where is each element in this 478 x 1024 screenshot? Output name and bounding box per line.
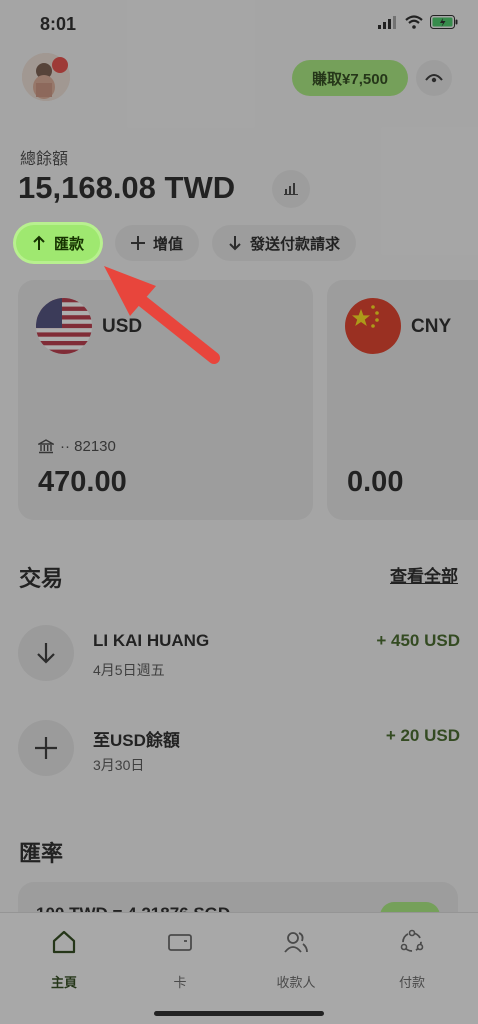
status-time: 8:01 [40,14,77,34]
tab-home[interactable]: 主頁 [4,929,124,991]
home-indicator [154,1011,324,1016]
see-all-transactions-link[interactable]: 查看全部 [390,562,458,587]
tx-icon-circle [18,625,74,681]
tx-icon-circle [18,720,74,776]
usd-balance-amount: 470.00 [38,466,127,498]
notification-badge [52,57,68,73]
card-icon [168,934,192,951]
total-balance-label: 總餘額 [20,151,69,168]
usd-account-number: ·· 82130 [60,438,116,455]
tx-date: 4月5日週五 [93,662,165,678]
bank-icon [38,439,54,454]
toggle-visibility-button[interactable] [416,60,452,96]
tab-recipients[interactable]: 收款人 [236,929,356,991]
exchange-rates-title: 匯率 [19,841,64,866]
earn-reward-button[interactable]: 賺取¥7,500 [292,60,408,96]
recipients-icon [284,932,308,953]
transaction-row[interactable]: 至USD餘額 3月30日 + 20 USD [18,720,460,780]
tab-recipients-label: 收款人 [276,975,316,990]
signal-icon [378,16,396,29]
wifi-icon [405,15,423,29]
request-payment-label: 發送付款請求 [250,235,341,253]
arrow-down-icon [229,236,241,251]
app-screen: 8:01 賺取¥7,500 總餘額 15,168.08 TWD 匯款 增值 發送… [0,0,478,1024]
tx-title: 至USD餘額 [93,731,180,750]
add-money-button[interactable]: 增值 [115,225,200,261]
eye-icon [425,74,443,83]
plus-icon [131,236,145,250]
usd-bank-details: ·· 82130 [38,438,116,455]
tx-date: 3月30日 [93,757,145,773]
status-icons [378,15,458,29]
us-flag-icon [36,298,92,354]
tx-amount: + 450 USD [376,631,460,650]
usd-currency-code: USD [102,316,143,337]
total-balance-amount: 15,168.08 TWD [18,170,236,205]
bar-chart-icon [284,183,298,195]
send-money-label: 匯款 [54,235,85,253]
battery-icon [430,15,458,29]
arrow-down-icon [37,643,55,664]
tab-card-label: 卡 [173,975,187,990]
arrow-up-icon [33,235,45,250]
tx-amount: + 20 USD [385,726,460,745]
tab-payments-label: 付款 [398,975,425,990]
insights-button[interactable] [272,170,310,208]
bottom-tab-bar: 主頁 卡 收款人 付款 [0,912,478,1024]
request-payment-button[interactable]: 發送付款請求 [212,225,357,261]
tab-home-label: 主頁 [50,975,77,990]
send-money-button[interactable]: 匯款 [16,225,101,261]
home-icon [52,930,76,954]
china-flag-icon [345,298,401,354]
plus-icon [35,737,57,759]
cny-balance-amount: 0.00 [347,466,404,498]
status-bar: 8:01 [0,0,478,48]
transactions-title: 交易 [19,566,64,591]
cny-currency-code: CNY [411,316,452,337]
payments-icon [400,929,424,952]
tab-card[interactable]: 卡 [120,929,240,991]
add-money-label: 增值 [153,235,184,253]
transaction-row[interactable]: LI KAI HUANG 4月5日週五 + 450 USD [18,625,460,685]
tab-payments[interactable]: 付款 [352,929,472,991]
usd-balance-card[interactable]: USD ·· 82130 470.00 [18,280,313,520]
cny-balance-card[interactable]: CNY 0.00 [327,280,478,520]
tx-title: LI KAI HUANG [93,631,210,650]
